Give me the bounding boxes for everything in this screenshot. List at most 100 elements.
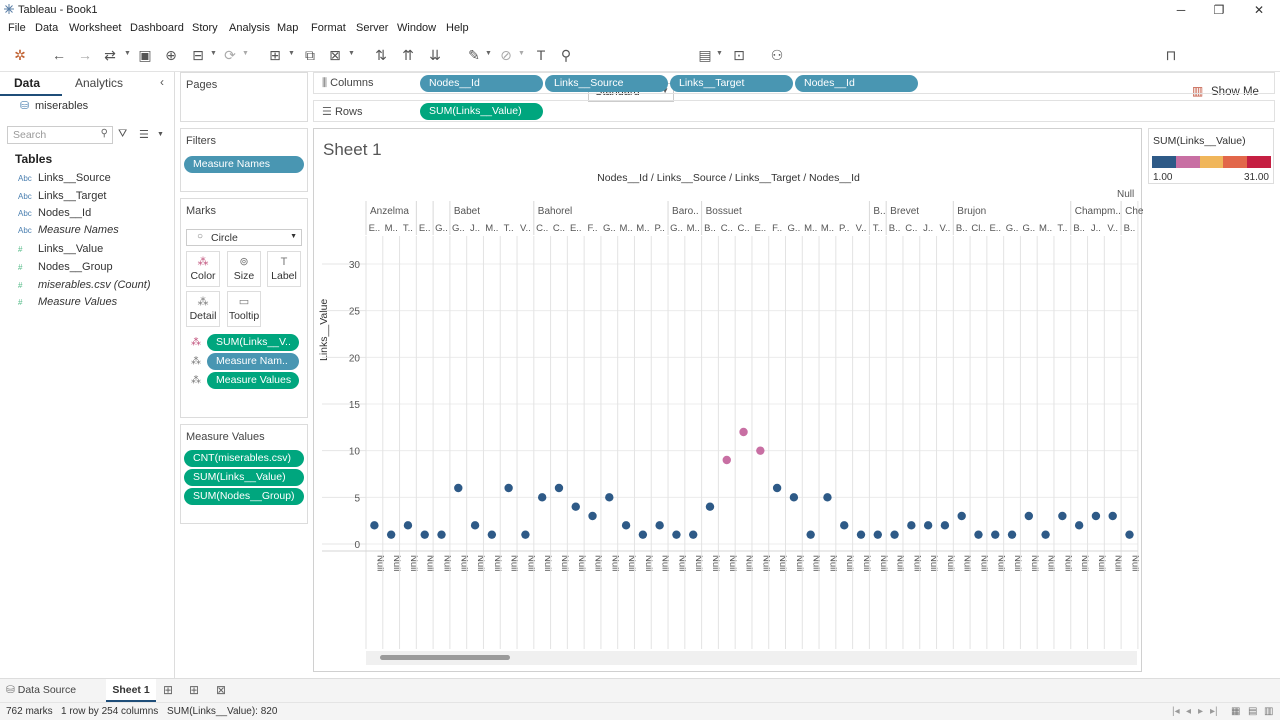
menu-help[interactable]: Help — [446, 22, 469, 34]
tab-data[interactable]: Data — [14, 76, 40, 90]
field-nodes-id[interactable]: Abc Nodes__Id — [18, 207, 91, 219]
save-icon[interactable]: ▣ — [137, 46, 153, 64]
data-point[interactable] — [974, 530, 983, 539]
chevron-down-icon[interactable]: ▼ — [242, 50, 250, 58]
search-input[interactable]: Search ⚲ — [7, 126, 113, 144]
field-measure-values[interactable]: # Measure Values — [18, 296, 117, 308]
data-point[interactable] — [370, 521, 379, 530]
field-links-target[interactable]: Abc Links__Target — [18, 190, 107, 202]
data-point[interactable] — [840, 521, 849, 530]
view-list-icon[interactable]: ☰ — [139, 128, 149, 141]
data-point[interactable] — [923, 521, 933, 530]
field-nodes-group[interactable]: # Nodes__Group — [18, 261, 113, 273]
data-source-tab[interactable]: ⛁ Data Source — [6, 684, 76, 696]
last-sheet-icon[interactable]: ▸| — [1210, 706, 1218, 717]
horizontal-scrollbar[interactable] — [366, 651, 1137, 665]
data-point[interactable] — [722, 455, 731, 465]
data-point[interactable] — [957, 511, 966, 521]
data-point[interactable] — [856, 530, 866, 539]
menu-story[interactable]: Story — [192, 22, 218, 34]
chevron-down-icon[interactable]: ▼ — [348, 50, 356, 58]
data-point[interactable] — [403, 521, 413, 530]
chevron-down-icon[interactable]: ▼ — [485, 50, 493, 58]
data-point[interactable] — [873, 530, 882, 539]
show-cards-icon[interactable]: ▤ — [696, 46, 714, 64]
field-miserables-count[interactable]: # miserables.csv (Count) — [18, 279, 150, 291]
fix-axes-icon[interactable]: ⚲ — [558, 46, 574, 64]
collapse-pane-icon[interactable]: ‹ — [160, 75, 164, 89]
chevron-down-icon[interactable]: ▼ — [157, 131, 164, 138]
tab-analytics[interactable]: Analytics — [75, 76, 123, 90]
data-point[interactable] — [756, 446, 765, 455]
chevron-down-icon[interactable]: ▼ — [518, 50, 526, 58]
column-pill-links-source[interactable]: Links__Source — [545, 75, 668, 92]
marks-pill-measure-names[interactable]: Measure Nam.. — [207, 353, 299, 370]
data-point[interactable] — [940, 521, 950, 530]
data-point[interactable] — [1041, 530, 1050, 539]
data-point[interactable] — [991, 530, 1000, 539]
undo-icon[interactable]: ← — [50, 46, 68, 64]
measure-pill-sum-links-value[interactable]: SUM(Links__Value) — [184, 469, 304, 486]
group-members-icon[interactable]: ⊘ — [498, 46, 514, 64]
filter-pill-measure-names[interactable]: Measure Names — [184, 156, 304, 173]
menu-analysis[interactable]: Analysis — [229, 22, 270, 34]
data-point[interactable] — [823, 493, 832, 502]
share-icon[interactable]: ⚇ — [768, 46, 786, 64]
data-point[interactable] — [621, 521, 631, 530]
menu-file[interactable]: File — [8, 22, 26, 34]
datasource-name[interactable]: miserables — [35, 100, 88, 112]
chevron-down-icon[interactable]: ▼ — [288, 50, 296, 58]
chevron-down-icon[interactable]: ▼ — [124, 50, 132, 58]
chevron-down-icon[interactable]: ▼ — [210, 50, 218, 58]
data-point[interactable] — [705, 502, 715, 511]
data-point[interactable] — [1058, 511, 1067, 521]
columns-shelf[interactable]: ⫼ Columns Nodes__Id Links__Source Links_… — [313, 72, 1275, 94]
data-point[interactable] — [487, 530, 497, 539]
first-sheet-icon[interactable]: |◂ — [1172, 706, 1180, 717]
marks-detail-button[interactable]: ⁂ Detail — [186, 291, 220, 327]
prev-sheet-icon[interactable]: ◂ — [1186, 706, 1191, 717]
data-point[interactable] — [1024, 511, 1034, 521]
mark-type-select[interactable]: ○ Circle ▼ — [186, 229, 302, 246]
data-point[interactable] — [638, 530, 648, 539]
data-point[interactable] — [571, 502, 580, 511]
data-point[interactable] — [454, 483, 463, 493]
data-point[interactable] — [1125, 530, 1134, 539]
sort-ascending-icon[interactable]: ⇈ — [399, 46, 417, 64]
data-point[interactable] — [655, 521, 664, 530]
marks-label-button[interactable]: T Label — [267, 251, 301, 287]
marks-size-button[interactable]: ⊚ Size — [227, 251, 261, 287]
row-pill-sum-links-value[interactable]: SUM(Links__Value) — [420, 103, 543, 120]
column-pill-nodes-id[interactable]: Nodes__Id — [420, 75, 543, 92]
filters-card[interactable]: Filters Measure Names — [180, 128, 308, 192]
chevron-down-icon[interactable]: ▼ — [716, 50, 724, 58]
data-point[interactable] — [689, 530, 698, 539]
data-point[interactable] — [537, 493, 547, 502]
measure-pill-cnt[interactable]: CNT(miserables.csv) — [184, 450, 304, 467]
data-point[interactable] — [588, 511, 597, 521]
close-icon[interactable]: ✕ — [1250, 2, 1268, 18]
highlight-icon[interactable]: ✎ — [466, 46, 482, 64]
column-pill-nodes-id-2[interactable]: Nodes__Id — [795, 75, 918, 92]
swap-rows-columns-icon[interactable]: ⇅ — [372, 46, 390, 64]
tabs-view-icon[interactable]: ▥ — [1264, 706, 1273, 717]
data-point[interactable] — [907, 521, 916, 530]
data-point[interactable] — [521, 530, 530, 539]
field-links-value[interactable]: # Links__Value — [18, 243, 103, 255]
data-point[interactable] — [806, 530, 815, 539]
duplicate-sheet-icon[interactable]: ⧉ — [301, 46, 319, 64]
swap-icon[interactable]: ⇄ — [100, 46, 120, 64]
menu-window[interactable]: Window — [397, 22, 436, 34]
marks-color-button[interactable]: ⁂ Color — [186, 251, 220, 287]
redo-icon[interactable]: → — [76, 46, 94, 64]
filter-icon[interactable]: ⛛ — [118, 128, 127, 141]
menu-server[interactable]: Server — [356, 22, 388, 34]
new-datasource-icon[interactable]: ⊕ — [163, 46, 179, 64]
marks-tooltip-button[interactable]: ▭ Tooltip — [227, 291, 261, 327]
menu-worksheet[interactable]: Worksheet — [69, 22, 121, 34]
data-point[interactable] — [420, 530, 429, 539]
menu-dashboard[interactable]: Dashboard — [130, 22, 184, 34]
data-point[interactable] — [890, 530, 899, 539]
sort-descending-icon[interactable]: ⇊ — [426, 46, 444, 64]
pages-card[interactable]: Pages — [180, 72, 308, 122]
